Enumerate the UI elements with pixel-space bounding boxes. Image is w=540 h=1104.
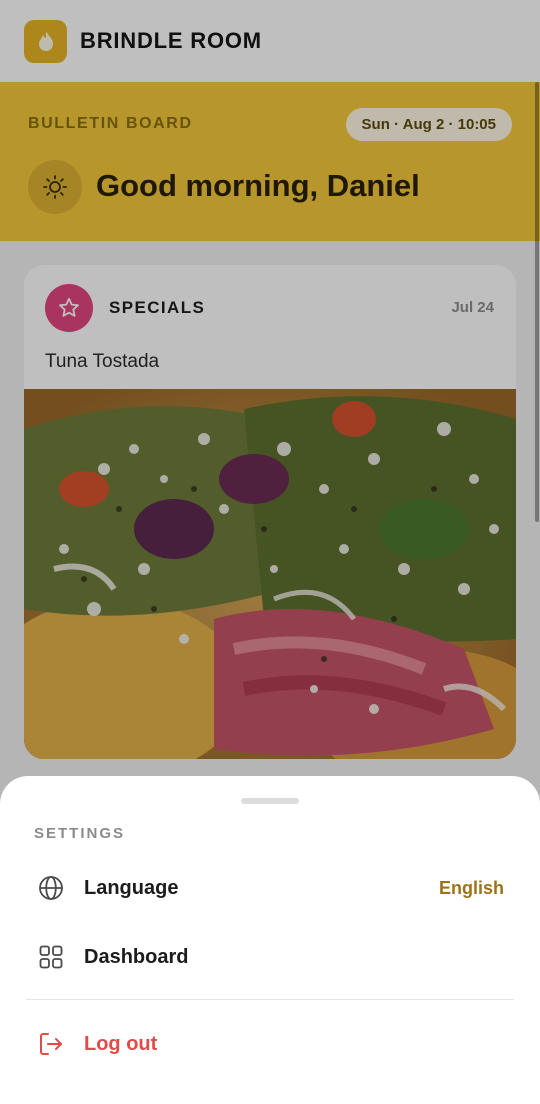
logout-icon <box>36 1029 66 1059</box>
logout-label: Log out <box>84 1032 158 1055</box>
logout-button[interactable]: Log out <box>24 1014 516 1074</box>
sheet-divider <box>26 999 514 1000</box>
globe-icon <box>36 873 66 903</box>
settings-sheet: SETTINGS Language English Dashboard Log … <box>0 776 540 1104</box>
sheet-title: SETTINGS <box>34 825 126 842</box>
sheet-drag-handle[interactable] <box>241 798 299 804</box>
language-value: English <box>438 877 504 898</box>
grid-icon <box>36 942 66 972</box>
language-setting[interactable]: Language English <box>24 858 516 918</box>
dashboard-setting[interactable]: Dashboard <box>24 927 516 987</box>
dashboard-label: Dashboard <box>84 945 189 968</box>
page-scrollbar[interactable] <box>535 82 539 522</box>
language-label: Language <box>84 876 179 899</box>
